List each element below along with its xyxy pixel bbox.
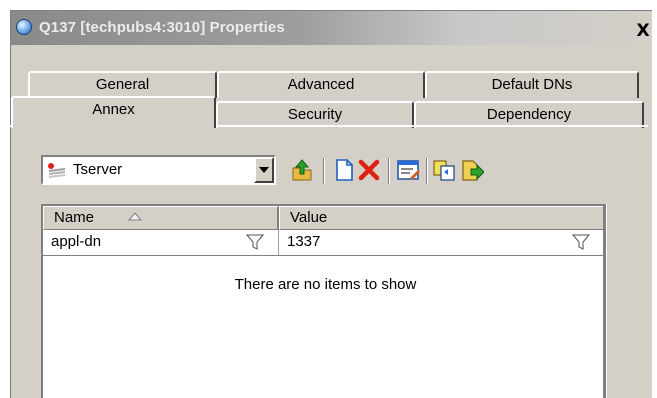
tab-security[interactable]: Security: [216, 101, 414, 128]
close-button[interactable]: X: [635, 21, 651, 41]
tab-advanced[interactable]: Advanced: [217, 71, 425, 98]
tab-annex[interactable]: Annex: [11, 96, 216, 128]
tab-dependency[interactable]: Dependency: [414, 101, 644, 128]
app-icon: [16, 19, 32, 35]
title-bar[interactable]: Q137 [techpubs4:3010] Properties X: [11, 11, 652, 45]
window-title: Q137 [techpubs4:3010] Properties: [39, 19, 285, 36]
tab-default-dns[interactable]: Default DNs: [425, 71, 639, 98]
annex-tab-panel: [8, 125, 648, 395]
tab-general[interactable]: General: [28, 71, 217, 98]
